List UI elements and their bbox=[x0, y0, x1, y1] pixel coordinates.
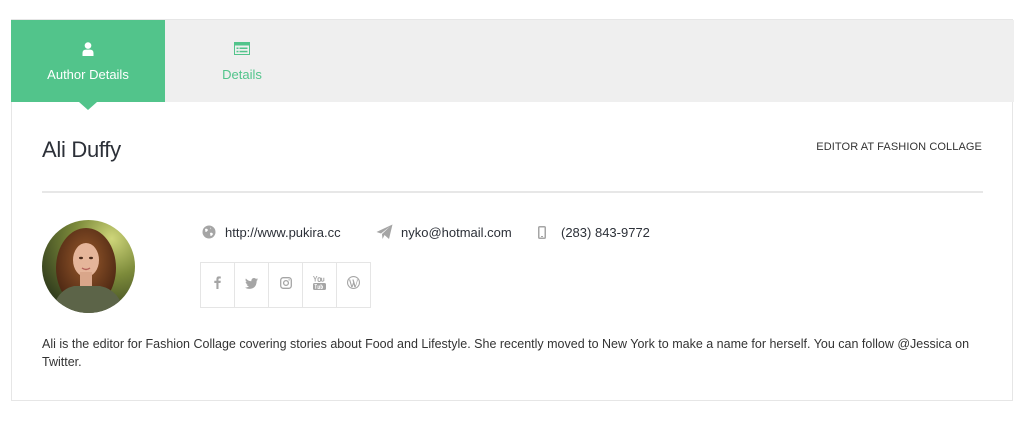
youtube-link[interactable] bbox=[303, 263, 337, 307]
youtube-icon bbox=[313, 275, 326, 295]
facebook-icon bbox=[214, 276, 221, 294]
facebook-link[interactable] bbox=[201, 263, 235, 307]
author-box: Author Details Details Ali Duffy EDITOR … bbox=[11, 19, 1014, 401]
avatar bbox=[42, 220, 135, 313]
website-text: http://www.pukira.cc bbox=[225, 224, 341, 240]
author-role: EDITOR AT FASHION COLLAGE bbox=[816, 141, 982, 153]
instagram-icon bbox=[279, 276, 292, 294]
tab-author-details-label: Author Details bbox=[47, 67, 129, 82]
social-links bbox=[200, 262, 371, 308]
instagram-link[interactable] bbox=[269, 263, 303, 307]
wordpress-icon bbox=[347, 276, 360, 294]
paper-plane-icon bbox=[374, 224, 394, 240]
phone-icon bbox=[535, 224, 549, 240]
tab-details-label: Details bbox=[222, 67, 262, 82]
twitter-link[interactable] bbox=[235, 263, 269, 307]
tab-details[interactable]: Details bbox=[165, 20, 319, 102]
list-icon bbox=[165, 42, 319, 56]
tab-author-details[interactable]: Author Details bbox=[11, 20, 165, 110]
user-icon bbox=[11, 42, 165, 56]
author-name: Ali Duffy bbox=[42, 137, 121, 162]
email-text: nyko@hotmail.com bbox=[401, 224, 512, 240]
website-link[interactable]: http://www.pukira.cc bbox=[200, 223, 341, 241]
tab-bar: Author Details Details bbox=[11, 20, 1014, 110]
globe-icon bbox=[200, 224, 218, 240]
phone-link[interactable]: (283) 843-9772 bbox=[535, 223, 650, 241]
wordpress-link[interactable] bbox=[337, 263, 370, 307]
phone-text: (283) 843-9772 bbox=[561, 224, 650, 240]
twitter-icon bbox=[245, 276, 258, 294]
email-link[interactable]: nyko@hotmail.com bbox=[374, 223, 512, 241]
author-bio: Ali is the editor for Fashion Collage co… bbox=[42, 337, 970, 369]
divider bbox=[42, 191, 983, 193]
